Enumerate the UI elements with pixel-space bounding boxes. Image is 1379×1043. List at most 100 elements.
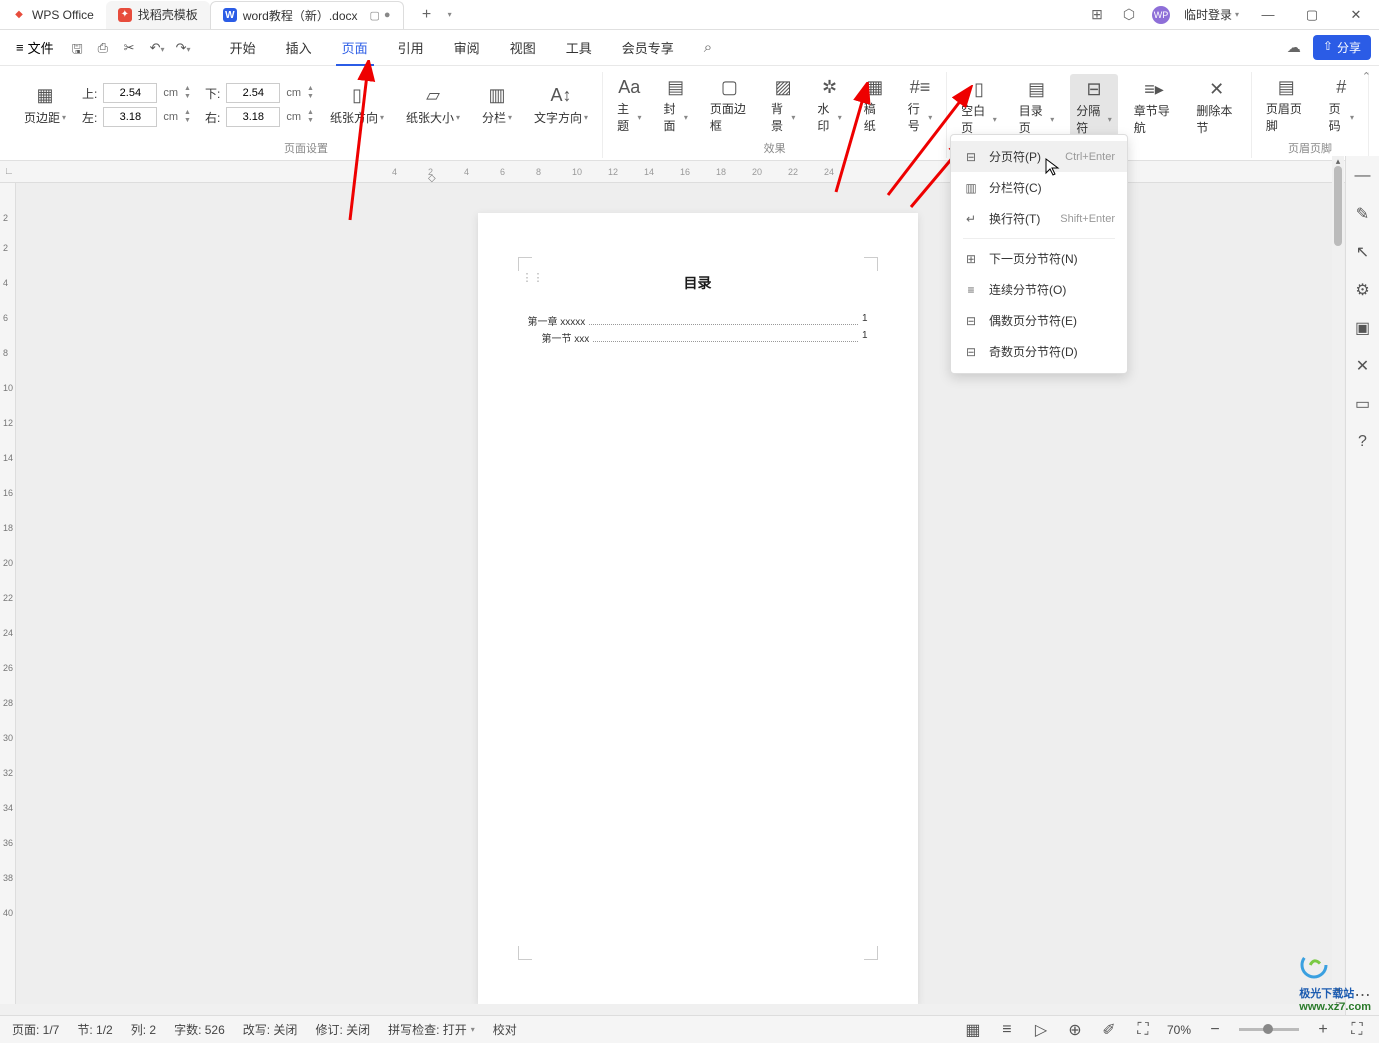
fit-width-icon[interactable]: ⛶ [1133,1020,1153,1040]
continuous-section-break-item[interactable]: ≡ 连续分节符(O) [951,274,1127,305]
page-layout-view-icon[interactable]: ▦ [963,1020,983,1040]
new-tab-button[interactable]: + [412,3,442,27]
cloud-icon[interactable]: ☁ [1285,39,1303,57]
minimize-button[interactable]: — [1253,0,1283,30]
read-view-icon[interactable]: ▷ [1031,1020,1051,1040]
image-icon[interactable]: ▣ [1353,318,1373,338]
watermark-button[interactable]: ✲ 水印▾ [811,72,847,138]
outline-view-icon[interactable]: ≡ [997,1020,1017,1040]
spinner[interactable]: ▲▼ [184,85,191,101]
drag-handle-icon[interactable]: ⋮⋮ [522,271,544,284]
header-footer-button[interactable]: ▤ 页眉页脚 [1260,72,1313,138]
theme-button[interactable]: Aa 主题▾ [611,72,647,138]
zoom-level[interactable]: 70% [1167,1023,1191,1037]
word-count[interactable]: 字数: 526 [174,1021,225,1038]
column-indicator[interactable]: 列: 2 [131,1021,156,1038]
toc-entry-1[interactable]: 第一章 xxxxx 1 [528,313,868,328]
cursor-icon[interactable]: ↖ [1353,242,1373,262]
tools-icon[interactable]: ✕ [1353,356,1373,376]
margin-right-input[interactable] [226,107,280,127]
tab-insert[interactable]: 插入 [280,30,318,65]
spinner[interactable]: ▲▼ [307,85,314,101]
spellcheck-status[interactable]: 拼写检查: 打开 ▾ [388,1021,475,1038]
zoom-slider[interactable] [1239,1028,1299,1031]
section-indicator[interactable]: 节: 1/2 [77,1021,112,1038]
zoom-out-icon[interactable]: − [1205,1020,1225,1040]
layout-icon[interactable]: ⊞ [1088,6,1106,24]
zoom-in-icon[interactable]: + [1313,1020,1333,1040]
line-number-button[interactable]: #≡ 行号▾ [902,72,938,138]
pencil-icon[interactable]: ✎ [1353,204,1373,224]
page-break-item[interactable]: ⊟ 分页符(P) Ctrl+Enter [951,141,1127,172]
user-avatar[interactable]: WP [1152,6,1170,24]
line-break-item[interactable]: ↵ 换行符(T) Shift+Enter [951,203,1127,234]
background-button[interactable]: ▨ 背景▾ [765,72,801,138]
tab-wps-office[interactable]: ◆ WPS Office [0,1,106,29]
tab-home[interactable]: 开始 [224,30,262,65]
revision-mode[interactable]: 修订: 关闭 [315,1021,370,1038]
odd-page-section-break-item[interactable]: ⊟ 奇数页分节符(D) [951,336,1127,367]
breaks-button[interactable]: ⊟ 分隔符▾ [1070,74,1118,140]
settings-icon[interactable]: ⚙ [1353,280,1373,300]
pen-mode-icon[interactable]: ✐ [1099,1020,1119,1040]
next-page-section-break-item[interactable]: ⊞ 下一页分节符(N) [951,243,1127,274]
tab-templates[interactable]: ✦ 找稻壳模板 [106,1,210,29]
toc-entry-2[interactable]: 第一节 xxx 1 [528,330,868,345]
manuscript-button[interactable]: ▦ 稿纸 [858,72,892,138]
maximize-button[interactable]: ▢ [1297,0,1327,30]
undo-icon[interactable]: ↶▾ [150,40,166,56]
text-direction-button[interactable]: A↕ 文字方向▾ [528,81,594,130]
cover-button[interactable]: ▤ 封面▾ [657,72,693,138]
even-page-section-break-item[interactable]: ⊟ 偶数页分节符(E) [951,305,1127,336]
redo-icon[interactable]: ↷▾ [176,40,192,56]
spinner[interactable]: ▲▼ [184,109,191,125]
toc-page-button[interactable]: ▤ 目录页▾ [1013,74,1061,140]
tab-tools[interactable]: 工具 [560,30,598,65]
tab-references[interactable]: 引用 [392,30,430,65]
page-indicator[interactable]: 页面: 1/7 [12,1021,59,1038]
print-icon[interactable]: ⎙ [98,40,114,56]
close-button[interactable]: ✕ [1341,0,1371,30]
share-button[interactable]: ⇧ 分享 [1313,35,1371,60]
dot-icon[interactable]: ● [384,9,391,21]
column-break-item[interactable]: ▥ 分栏符(C) [951,172,1127,203]
file-menu-button[interactable]: ≡ 文件 [8,34,62,61]
tab-member[interactable]: 会员专享 [616,30,680,65]
page-border-button[interactable]: ▢ 页面边框 [704,72,755,138]
scrollbar-thumb[interactable] [1334,166,1342,246]
web-view-icon[interactable]: ⊕ [1065,1020,1085,1040]
tab-document[interactable]: W word教程（新）.docx ▢ ● [210,1,404,29]
save-icon[interactable]: 🖫 [72,40,88,56]
help-icon[interactable]: ? [1353,432,1373,452]
margins-button[interactable]: ▦ 页边距▾ [18,81,72,130]
overwrite-mode[interactable]: 改写: 关闭 [243,1021,298,1038]
margin-bottom-input[interactable] [226,83,280,103]
ribbon-collapse-icon[interactable]: ⌃ [1362,70,1371,83]
cut-icon[interactable]: ✂ [124,40,140,56]
tab-review[interactable]: 审阅 [448,30,486,65]
fullscreen-icon[interactable]: ⛶ [1347,1020,1367,1040]
delete-section-button[interactable]: ✕ 删除本节 [1190,74,1243,140]
paper-size-button[interactable]: ▱ 纸张大小▾ [400,81,466,130]
vertical-scrollbar[interactable]: ▴ ▾ ▿ [1332,156,1344,1015]
chapter-nav-button[interactable]: ≡▸ 章节导航 [1128,74,1181,140]
minus-icon[interactable]: — [1353,166,1373,186]
tab-view[interactable]: 视图 [504,30,542,65]
login-button[interactable]: 临时登录 ▾ [1184,6,1239,23]
horizontal-ruler[interactable]: ∟ 4 2 4 6 8 10 12 14 16 18 20 22 24 ◇ [0,161,1379,183]
screen-icon[interactable]: ▢ [370,9,380,22]
document-area[interactable]: ⋮⋮ 目录 第一章 xxxxx 1 第一节 xxx 1 [16,183,1379,1004]
vertical-ruler[interactable]: 2 2 4 6 8 10 12 14 16 18 20 22 24 26 28 … [0,183,16,1004]
margin-left-input[interactable] [103,107,157,127]
tab-page[interactable]: 页面 [336,30,374,65]
book-icon[interactable]: ▭ [1353,394,1373,414]
proofread-button[interactable]: 校对 [493,1021,517,1038]
margin-top-input[interactable] [103,83,157,103]
document-title[interactable]: 目录 [528,273,868,293]
search-icon[interactable]: ⌕ [704,39,712,56]
orientation-button[interactable]: ▯ 纸张方向▾ [324,81,390,130]
page-number-button[interactable]: # 页码▾ [1323,72,1360,138]
columns-button[interactable]: ▥ 分栏▾ [476,81,518,130]
document-page[interactable]: ⋮⋮ 目录 第一章 xxxxx 1 第一节 xxx 1 [478,213,918,1004]
blank-page-button[interactable]: ▯ 空白页▾ [955,74,1003,140]
